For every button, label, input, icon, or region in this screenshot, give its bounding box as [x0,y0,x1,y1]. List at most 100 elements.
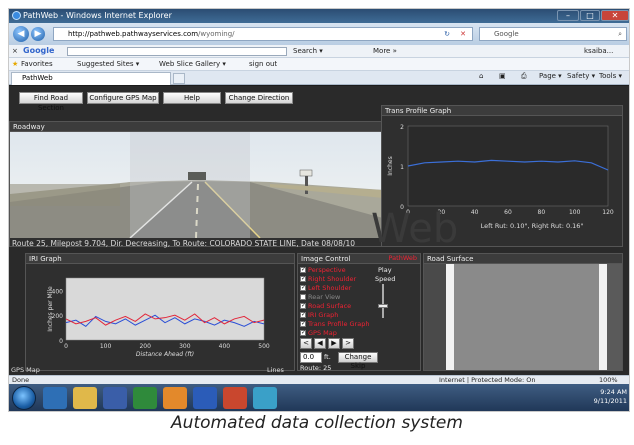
configure-gps-map-button[interactable]: Configure GPS Map [87,92,159,104]
checkbox-box[interactable]: ✓ [300,275,306,282]
word-taskbar-icon[interactable] [193,387,217,409]
more-button[interactable]: More » [373,47,397,55]
forward-button[interactable]: ▶ [31,27,45,41]
iri-xtick: 100 [100,343,112,350]
figure-caption: Automated data collection system [171,413,463,433]
powerpoint-taskbar-icon[interactable] [223,387,247,409]
checkbox-label: Perspective [308,266,346,274]
tools-menu[interactable]: Tools ▾ [599,72,622,80]
zoom-level[interactable]: 100% [599,376,618,384]
close-button[interactable]: ✕ [601,10,629,21]
back-button[interactable]: ◀ [13,26,29,42]
user-account[interactable]: ksaiba... [584,47,613,55]
close-toolbar-icon[interactable]: × [12,47,18,55]
play-label: Play [378,266,392,274]
checkbox-box[interactable]: ✓ [300,266,306,273]
sign-out-link[interactable]: sign out [249,60,277,68]
search-field[interactable]: Google ⌕ [479,27,627,41]
google-search-input[interactable] [67,47,287,56]
new-tab-button[interactable] [173,73,185,84]
change-direction-button[interactable]: Change Direction [225,92,293,104]
trans-profile-ytick: 2 [400,124,404,131]
layer-checkbox[interactable]: ✓ Right Shoulder [300,275,370,284]
stop-icon[interactable]: ✕ [460,28,466,40]
road-surface-title: Road Surface [424,254,622,264]
title-bar: PathWeb - Windows Internet Explorer – □ … [9,9,629,23]
iri-chart: 40020000 100 200 300 400 500Inches per MileDi… [47,277,270,358]
web-slice-gallery-link[interactable]: Web Slice Gallery ▾ [159,60,226,68]
home-icon[interactable]: ⌂ [479,72,483,80]
play-button[interactable]: ▶ [328,338,340,349]
safety-menu[interactable]: Safety ▾ [567,72,595,80]
iri-xtick: 200 [139,343,151,350]
system-clock[interactable]: 9:24 AM 9/11/2011 [594,388,627,406]
iri-xlabel: Distance Ahead (ft) [136,351,194,358]
media-player-taskbar-icon[interactable] [103,387,127,409]
speed-label: Speed [375,275,396,283]
maximize-button[interactable]: □ [580,10,600,21]
app-taskbar-icon[interactable] [253,387,277,409]
minimize-button[interactable]: – [557,10,579,21]
iri-xtick: 0 [64,343,68,350]
rewind-button[interactable]: ◀ [314,338,326,349]
tab-pathweb[interactable]: PathWeb [11,72,171,85]
iri-xtick: 400 [219,343,231,350]
layer-checkbox[interactable]: ✓ Road Surface [300,302,370,311]
ie-taskbar-icon[interactable] [43,387,67,409]
print-icon[interactable]: ⎙ [521,72,527,81]
step-forward-button[interactable]: > [342,338,354,349]
tab-strip: PathWeb [9,71,629,85]
address-bar: ◀ ▶ http://pathweb.pathwayservices.com/w… [9,23,629,45]
favorites-bar: ★ Favorites Suggested Sites ▾ Web Slice … [9,58,629,71]
skip-distance-input[interactable]: 0.0 [300,352,322,363]
trans-profile-xtick: 60 [504,209,512,216]
checkbox-label: Right Shoulder [308,275,357,283]
start-button[interactable] [12,386,36,410]
security-zone: Internet | Protected Mode: On [439,376,536,384]
checkbox-box[interactable] [300,294,306,300]
layer-checkbox[interactable]: ✓ Trans Profile Graph [300,320,370,329]
checkbox-box[interactable]: ✓ [300,302,306,309]
speed-slider-track[interactable] [382,284,384,318]
checkbox-box[interactable]: ✓ [300,320,306,327]
search-engine-label: Google [494,30,519,38]
change-skip-button[interactable]: Change Skip [338,352,378,370]
layer-checkbox[interactable]: ✓ IRI Graph [300,311,370,320]
checkbox-label: Left Shoulder [308,284,352,292]
skip-unit: ft. [324,353,331,361]
search-icon[interactable]: ⌕ [618,28,622,40]
page-menu[interactable]: Page ▾ [539,72,562,80]
checkbox-label: Trans Profile Graph [308,320,370,328]
find-road-section-button[interactable]: Find Road Section [19,92,83,112]
pathweb-watermark: Web [371,206,459,252]
explorer-taskbar-icon[interactable] [73,387,97,409]
checkbox-box[interactable]: ✓ [300,311,306,318]
checkbox-box[interactable]: ✓ [300,329,306,336]
iri-graph-title: IRI Graph [26,254,294,264]
layer-checkbox[interactable]: Rear View [300,293,370,302]
suggested-sites-link[interactable]: Suggested Sites ▾ [77,60,139,68]
google-search-button[interactable]: Search ▾ [293,47,323,55]
trans-profile-ylabel: Inches [387,156,394,176]
checkbox-label: Road Surface [308,302,352,310]
roadway-caption: Route 25, Milepost 9.704, Dir. Decreasin… [12,239,356,248]
ie-logo-icon [12,11,21,20]
iri-xtick: 300 [179,343,191,350]
speed-slider-handle[interactable] [378,304,388,308]
refresh-icon[interactable]: ↻ [444,28,450,40]
lines-toggle-label[interactable]: Lines [267,366,284,374]
url-field[interactable]: http://pathweb.pathwayservices.com/wyomi… [53,27,473,41]
layer-checkbox[interactable]: ✓ GPS Map [300,329,370,338]
outlook-taskbar-icon[interactable] [163,387,187,409]
iri-ylabel: Inches per Mile [47,286,54,332]
layer-checkbox[interactable]: ✓ Left Shoulder [300,284,370,293]
iri-xtick: 500 [258,343,270,350]
feeds-icon[interactable]: ▣ [499,72,506,80]
help-button[interactable]: Help [163,92,221,104]
checkbox-box[interactable]: ✓ [300,284,306,291]
excel-taskbar-icon[interactable] [133,387,157,409]
layer-checkbox[interactable]: ✓ Perspective [300,266,370,275]
favorites-button[interactable]: Favorites [21,60,53,68]
step-back-button[interactable]: < [300,338,312,349]
trans-profile-xtick: 40 [471,209,479,216]
